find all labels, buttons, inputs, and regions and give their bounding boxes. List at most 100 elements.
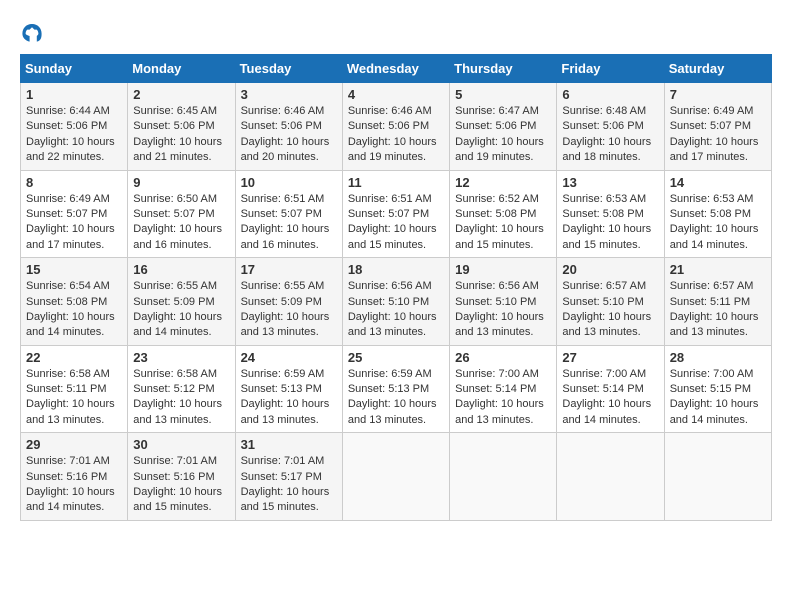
day-number: 28 [670,350,766,365]
day-info: Sunrise: 6:57 AM Sunset: 5:11 PM Dayligh… [670,279,766,341]
day-number: 27 [562,350,658,365]
calendar-cell [557,433,664,521]
day-info: Sunrise: 6:49 AM Sunset: 5:07 PM Dayligh… [26,192,122,254]
calendar-cell: 26 Sunrise: 7:00 AM Sunset: 5:14 PM Dayl… [450,345,557,433]
calendar-week-row: 29 Sunrise: 7:01 AM Sunset: 5:16 PM Dayl… [21,433,772,521]
day-number: 25 [348,350,444,365]
calendar-cell: 25 Sunrise: 6:59 AM Sunset: 5:13 PM Dayl… [342,345,449,433]
calendar-cell: 28 Sunrise: 7:00 AM Sunset: 5:15 PM Dayl… [664,345,771,433]
day-info: Sunrise: 6:55 AM Sunset: 5:09 PM Dayligh… [133,279,229,341]
calendar-cell: 31 Sunrise: 7:01 AM Sunset: 5:17 PM Dayl… [235,433,342,521]
day-number: 20 [562,262,658,277]
calendar-cell: 3 Sunrise: 6:46 AM Sunset: 5:06 PM Dayli… [235,83,342,171]
day-number: 12 [455,175,551,190]
day-number: 23 [133,350,229,365]
calendar-cell: 7 Sunrise: 6:49 AM Sunset: 5:07 PM Dayli… [664,83,771,171]
day-info: Sunrise: 6:51 AM Sunset: 5:07 PM Dayligh… [241,192,337,254]
column-header-saturday: Saturday [664,55,771,83]
day-number: 24 [241,350,337,365]
day-info: Sunrise: 6:56 AM Sunset: 5:10 PM Dayligh… [348,279,444,341]
calendar-cell: 19 Sunrise: 6:56 AM Sunset: 5:10 PM Dayl… [450,258,557,346]
day-number: 2 [133,87,229,102]
calendar-cell: 23 Sunrise: 6:58 AM Sunset: 5:12 PM Dayl… [128,345,235,433]
day-info: Sunrise: 6:53 AM Sunset: 5:08 PM Dayligh… [562,192,658,254]
day-number: 8 [26,175,122,190]
day-info: Sunrise: 6:47 AM Sunset: 5:06 PM Dayligh… [455,104,551,166]
day-info: Sunrise: 6:51 AM Sunset: 5:07 PM Dayligh… [348,192,444,254]
calendar-cell: 8 Sunrise: 6:49 AM Sunset: 5:07 PM Dayli… [21,170,128,258]
day-info: Sunrise: 7:01 AM Sunset: 5:16 PM Dayligh… [133,454,229,516]
calendar-cell: 1 Sunrise: 6:44 AM Sunset: 5:06 PM Dayli… [21,83,128,171]
day-number: 15 [26,262,122,277]
day-number: 19 [455,262,551,277]
day-info: Sunrise: 6:45 AM Sunset: 5:06 PM Dayligh… [133,104,229,166]
calendar-week-row: 22 Sunrise: 6:58 AM Sunset: 5:11 PM Dayl… [21,345,772,433]
column-header-friday: Friday [557,55,664,83]
calendar-week-row: 1 Sunrise: 6:44 AM Sunset: 5:06 PM Dayli… [21,83,772,171]
day-number: 30 [133,437,229,452]
day-info: Sunrise: 7:00 AM Sunset: 5:15 PM Dayligh… [670,367,766,429]
day-info: Sunrise: 7:01 AM Sunset: 5:17 PM Dayligh… [241,454,337,516]
calendar-cell: 2 Sunrise: 6:45 AM Sunset: 5:06 PM Dayli… [128,83,235,171]
column-header-monday: Monday [128,55,235,83]
calendar-week-row: 8 Sunrise: 6:49 AM Sunset: 5:07 PM Dayli… [21,170,772,258]
day-info: Sunrise: 6:46 AM Sunset: 5:06 PM Dayligh… [348,104,444,166]
page-header [20,20,772,44]
day-number: 1 [26,87,122,102]
day-info: Sunrise: 7:00 AM Sunset: 5:14 PM Dayligh… [562,367,658,429]
calendar-cell: 20 Sunrise: 6:57 AM Sunset: 5:10 PM Dayl… [557,258,664,346]
day-number: 31 [241,437,337,452]
day-info: Sunrise: 6:56 AM Sunset: 5:10 PM Dayligh… [455,279,551,341]
calendar-cell: 9 Sunrise: 6:50 AM Sunset: 5:07 PM Dayli… [128,170,235,258]
day-number: 4 [348,87,444,102]
day-info: Sunrise: 6:55 AM Sunset: 5:09 PM Dayligh… [241,279,337,341]
day-info: Sunrise: 6:52 AM Sunset: 5:08 PM Dayligh… [455,192,551,254]
calendar-cell [664,433,771,521]
day-number: 11 [348,175,444,190]
calendar-cell: 5 Sunrise: 6:47 AM Sunset: 5:06 PM Dayli… [450,83,557,171]
day-info: Sunrise: 6:57 AM Sunset: 5:10 PM Dayligh… [562,279,658,341]
day-info: Sunrise: 7:00 AM Sunset: 5:14 PM Dayligh… [455,367,551,429]
calendar-cell: 13 Sunrise: 6:53 AM Sunset: 5:08 PM Dayl… [557,170,664,258]
day-number: 3 [241,87,337,102]
calendar-cell: 18 Sunrise: 6:56 AM Sunset: 5:10 PM Dayl… [342,258,449,346]
calendar-table: SundayMondayTuesdayWednesdayThursdayFrid… [20,54,772,521]
day-info: Sunrise: 6:49 AM Sunset: 5:07 PM Dayligh… [670,104,766,166]
day-number: 16 [133,262,229,277]
calendar-cell: 17 Sunrise: 6:55 AM Sunset: 5:09 PM Dayl… [235,258,342,346]
column-header-sunday: Sunday [21,55,128,83]
day-number: 18 [348,262,444,277]
calendar-cell: 11 Sunrise: 6:51 AM Sunset: 5:07 PM Dayl… [342,170,449,258]
column-header-tuesday: Tuesday [235,55,342,83]
calendar-cell: 10 Sunrise: 6:51 AM Sunset: 5:07 PM Dayl… [235,170,342,258]
calendar-cell: 29 Sunrise: 7:01 AM Sunset: 5:16 PM Dayl… [21,433,128,521]
column-header-thursday: Thursday [450,55,557,83]
calendar-cell: 30 Sunrise: 7:01 AM Sunset: 5:16 PM Dayl… [128,433,235,521]
calendar-cell: 16 Sunrise: 6:55 AM Sunset: 5:09 PM Dayl… [128,258,235,346]
day-info: Sunrise: 6:44 AM Sunset: 5:06 PM Dayligh… [26,104,122,166]
calendar-cell [450,433,557,521]
day-info: Sunrise: 6:50 AM Sunset: 5:07 PM Dayligh… [133,192,229,254]
day-number: 21 [670,262,766,277]
day-number: 29 [26,437,122,452]
day-number: 14 [670,175,766,190]
calendar-week-row: 15 Sunrise: 6:54 AM Sunset: 5:08 PM Dayl… [21,258,772,346]
calendar-cell: 27 Sunrise: 7:00 AM Sunset: 5:14 PM Dayl… [557,345,664,433]
day-info: Sunrise: 6:53 AM Sunset: 5:08 PM Dayligh… [670,192,766,254]
column-header-wednesday: Wednesday [342,55,449,83]
day-number: 9 [133,175,229,190]
day-number: 17 [241,262,337,277]
logo-icon [20,20,44,44]
calendar-cell: 12 Sunrise: 6:52 AM Sunset: 5:08 PM Dayl… [450,170,557,258]
day-info: Sunrise: 6:58 AM Sunset: 5:12 PM Dayligh… [133,367,229,429]
logo [20,20,48,44]
day-number: 5 [455,87,551,102]
day-number: 10 [241,175,337,190]
calendar-cell [342,433,449,521]
calendar-cell: 6 Sunrise: 6:48 AM Sunset: 5:06 PM Dayli… [557,83,664,171]
day-info: Sunrise: 6:59 AM Sunset: 5:13 PM Dayligh… [348,367,444,429]
calendar-cell: 14 Sunrise: 6:53 AM Sunset: 5:08 PM Dayl… [664,170,771,258]
calendar-cell: 24 Sunrise: 6:59 AM Sunset: 5:13 PM Dayl… [235,345,342,433]
day-info: Sunrise: 6:46 AM Sunset: 5:06 PM Dayligh… [241,104,337,166]
day-number: 26 [455,350,551,365]
